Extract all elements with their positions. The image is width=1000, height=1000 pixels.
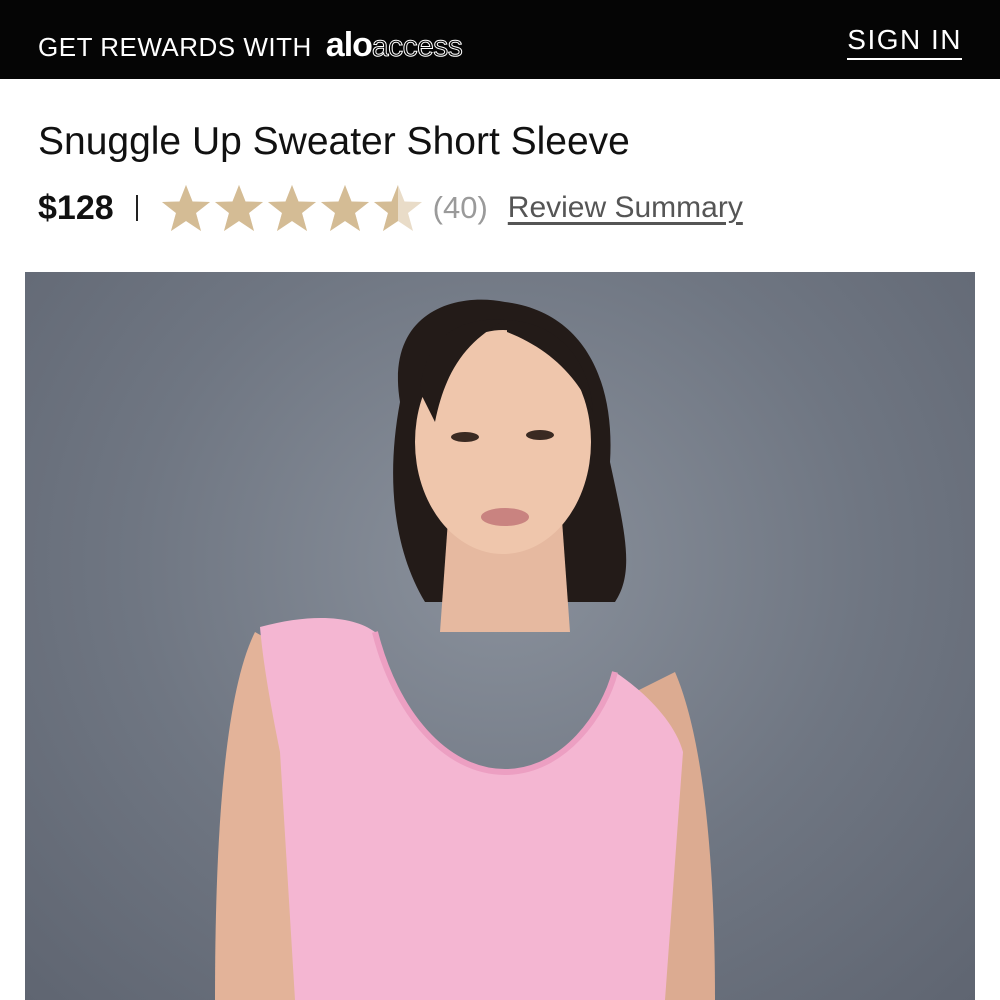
rewards-bar: GET REWARDS WITH alo access SIGN IN (0, 0, 1000, 79)
sign-in-link[interactable]: SIGN IN (847, 24, 962, 60)
logo-alo: alo (325, 26, 373, 64)
product-price: $128 (38, 188, 114, 227)
meta-divider (135, 195, 138, 221)
star-icon (373, 185, 422, 231)
product-image[interactable] (25, 272, 975, 1000)
rewards-promo-text: GET REWARDS WITH (38, 32, 312, 62)
star-icon (267, 185, 316, 231)
logo-access: access (371, 30, 463, 64)
star-rating[interactable] (160, 183, 425, 233)
star-icon (320, 185, 369, 231)
alo-access-logo: alo access (325, 26, 464, 65)
star-icon (161, 185, 210, 231)
product-title: Snuggle Up Sweater Short Sleeve (38, 120, 630, 163)
star-icon (214, 185, 263, 231)
product-meta: $128 (40) Review Summary (38, 182, 743, 234)
review-count: (40) (432, 190, 488, 225)
rewards-promo[interactable]: GET REWARDS WITH alo access (38, 26, 464, 65)
product-photo-illustration (215, 299, 715, 1000)
review-summary-link[interactable]: Review Summary (508, 191, 743, 225)
